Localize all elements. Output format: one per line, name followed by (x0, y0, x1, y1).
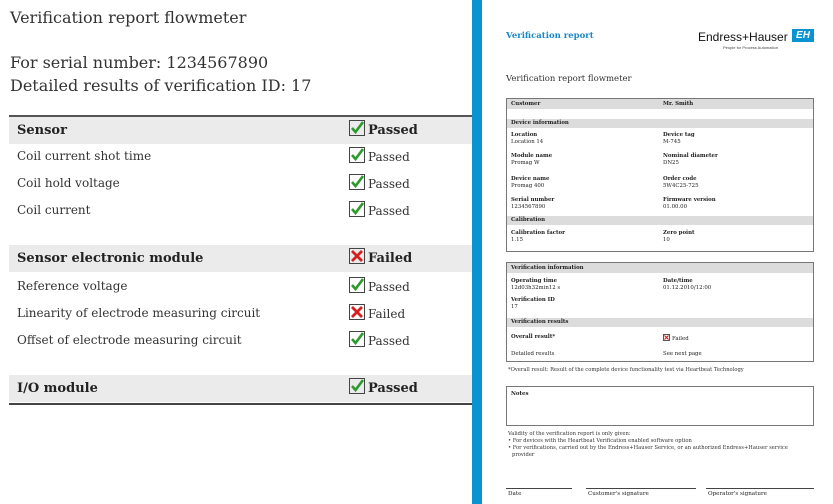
section-status: Passed (349, 378, 418, 396)
validity-bullet: • For verifications, carried out by the … (508, 445, 788, 451)
validity-bullet: • For devices with the Heartbeat Verific… (508, 438, 692, 444)
check-icon (349, 174, 365, 190)
section-label: Sensor electronic module (17, 251, 204, 266)
section-status: Failed (349, 248, 412, 266)
validity-bullet-continued: provider (512, 452, 535, 458)
check-icon (349, 120, 365, 136)
section-io-module: I/O module Passed (9, 375, 472, 402)
results-table: Sensor Passed Coil current shot time Pas… (9, 115, 472, 405)
cross-icon (349, 304, 365, 320)
verification-info-box: Verification information Operating time … (506, 262, 814, 362)
brand-tagline: People for Process Automation (723, 45, 778, 50)
table-row: Reference voltage Passed (17, 277, 410, 294)
customer-signature-label: Customer's signature (588, 491, 649, 497)
report-header-title: Verification report (506, 31, 594, 41)
check-icon (349, 201, 365, 217)
section-sensor-electronic-module: Sensor electronic module Failed (9, 245, 472, 272)
serial-number-line: For serial number: 1234567890 (10, 53, 269, 72)
cross-icon (663, 334, 670, 341)
section-sensor: Sensor Passed (9, 115, 472, 144)
eh-logo-icon: EH (792, 29, 814, 42)
signature-date-label: Date (508, 491, 522, 497)
detailed-results-sheet: Verification report flowmeter For serial… (0, 0, 472, 504)
table-row: Offset of electrode measuring circuit Pa… (17, 331, 410, 348)
validity-line: Validity of the verification report is o… (508, 431, 631, 437)
signature-line (586, 488, 696, 489)
table-row: Linearity of electrode measuring circuit… (17, 304, 406, 321)
device-info-box: Customer Mr. Smith Device information Lo… (506, 98, 814, 252)
notes-box: Notes (506, 386, 814, 426)
check-icon (349, 331, 365, 347)
check-icon (349, 378, 365, 394)
section-label: Sensor (17, 123, 67, 138)
check-icon (349, 147, 365, 163)
results-title: Verification report flowmeter (10, 8, 247, 27)
cross-icon (349, 248, 365, 264)
accent-bar (472, 0, 482, 504)
operator-signature-label: Operator's signature (708, 491, 767, 497)
verification-report-page: Verification report Endress+Hauser Peopl… (472, 0, 833, 504)
verification-id-line: Detailed results of verification ID: 17 (10, 76, 312, 95)
table-row: Coil current shot time Passed (17, 147, 410, 164)
section-status: Passed (349, 120, 418, 138)
table-row: Coil current Passed (17, 201, 410, 218)
section-label: I/O module (17, 381, 98, 396)
table-row: Coil hold voltage Passed (17, 174, 410, 191)
signature-line (506, 488, 572, 489)
report-subtitle: Verification report flowmeter (506, 74, 632, 84)
signature-line (706, 488, 814, 489)
overall-result-footnote: *Overall result: Result of the complete … (508, 367, 744, 373)
check-icon (349, 277, 365, 293)
brand-name: Endress+Hauser (698, 30, 788, 44)
